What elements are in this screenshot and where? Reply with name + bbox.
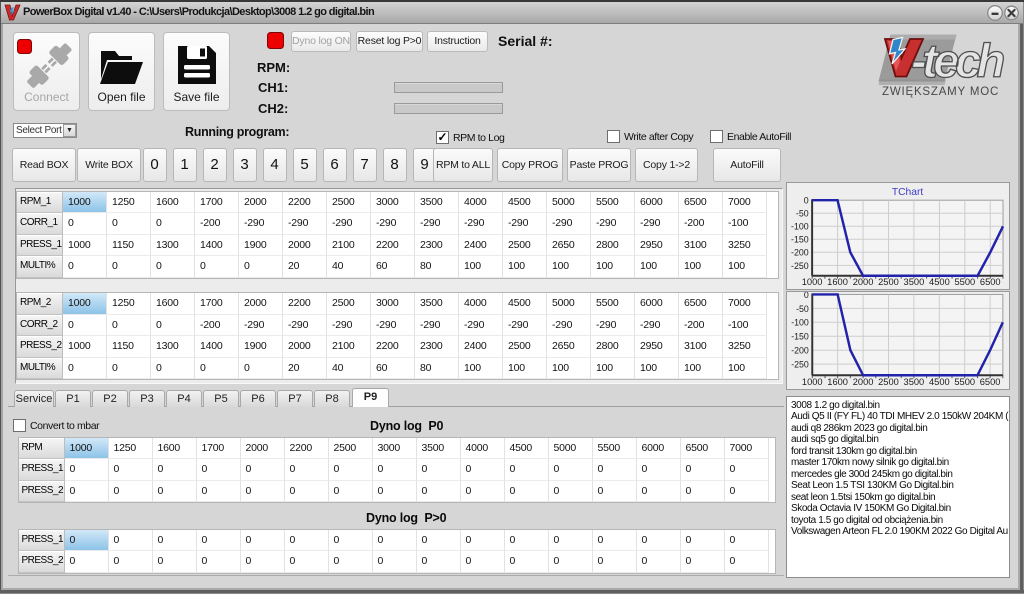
svg-text:ZWIĘKSZAMY MOC: ZWIĘKSZAMY MOC	[882, 86, 999, 98]
svg-text:5500: 5500	[954, 377, 975, 387]
svg-text:-100: -100	[791, 222, 809, 232]
svg-text:2500: 2500	[878, 377, 899, 387]
svg-text:2000: 2000	[853, 377, 874, 387]
svg-text:-250: -250	[791, 360, 809, 370]
svg-text:-50: -50	[796, 304, 809, 314]
svg-text:4500: 4500	[929, 377, 950, 387]
svg-text:TChart: TChart	[892, 187, 924, 198]
svg-text:3500: 3500	[904, 377, 925, 387]
svg-text:0: 0	[804, 196, 809, 206]
svg-text:-150: -150	[791, 332, 809, 342]
svg-text:-150: -150	[791, 235, 809, 245]
svg-text:-250: -250	[791, 261, 809, 271]
svg-text:-tech: -tech	[911, 34, 1004, 87]
svg-text:6500: 6500	[980, 377, 1001, 387]
svg-text:-200: -200	[791, 248, 809, 258]
svg-text:0: 0	[804, 291, 809, 300]
svg-text:-200: -200	[791, 346, 809, 356]
svg-text:-100: -100	[791, 318, 809, 328]
svg-text:1000: 1000	[802, 377, 823, 387]
svg-text:-50: -50	[796, 209, 809, 219]
svg-text:1600: 1600	[827, 377, 848, 387]
